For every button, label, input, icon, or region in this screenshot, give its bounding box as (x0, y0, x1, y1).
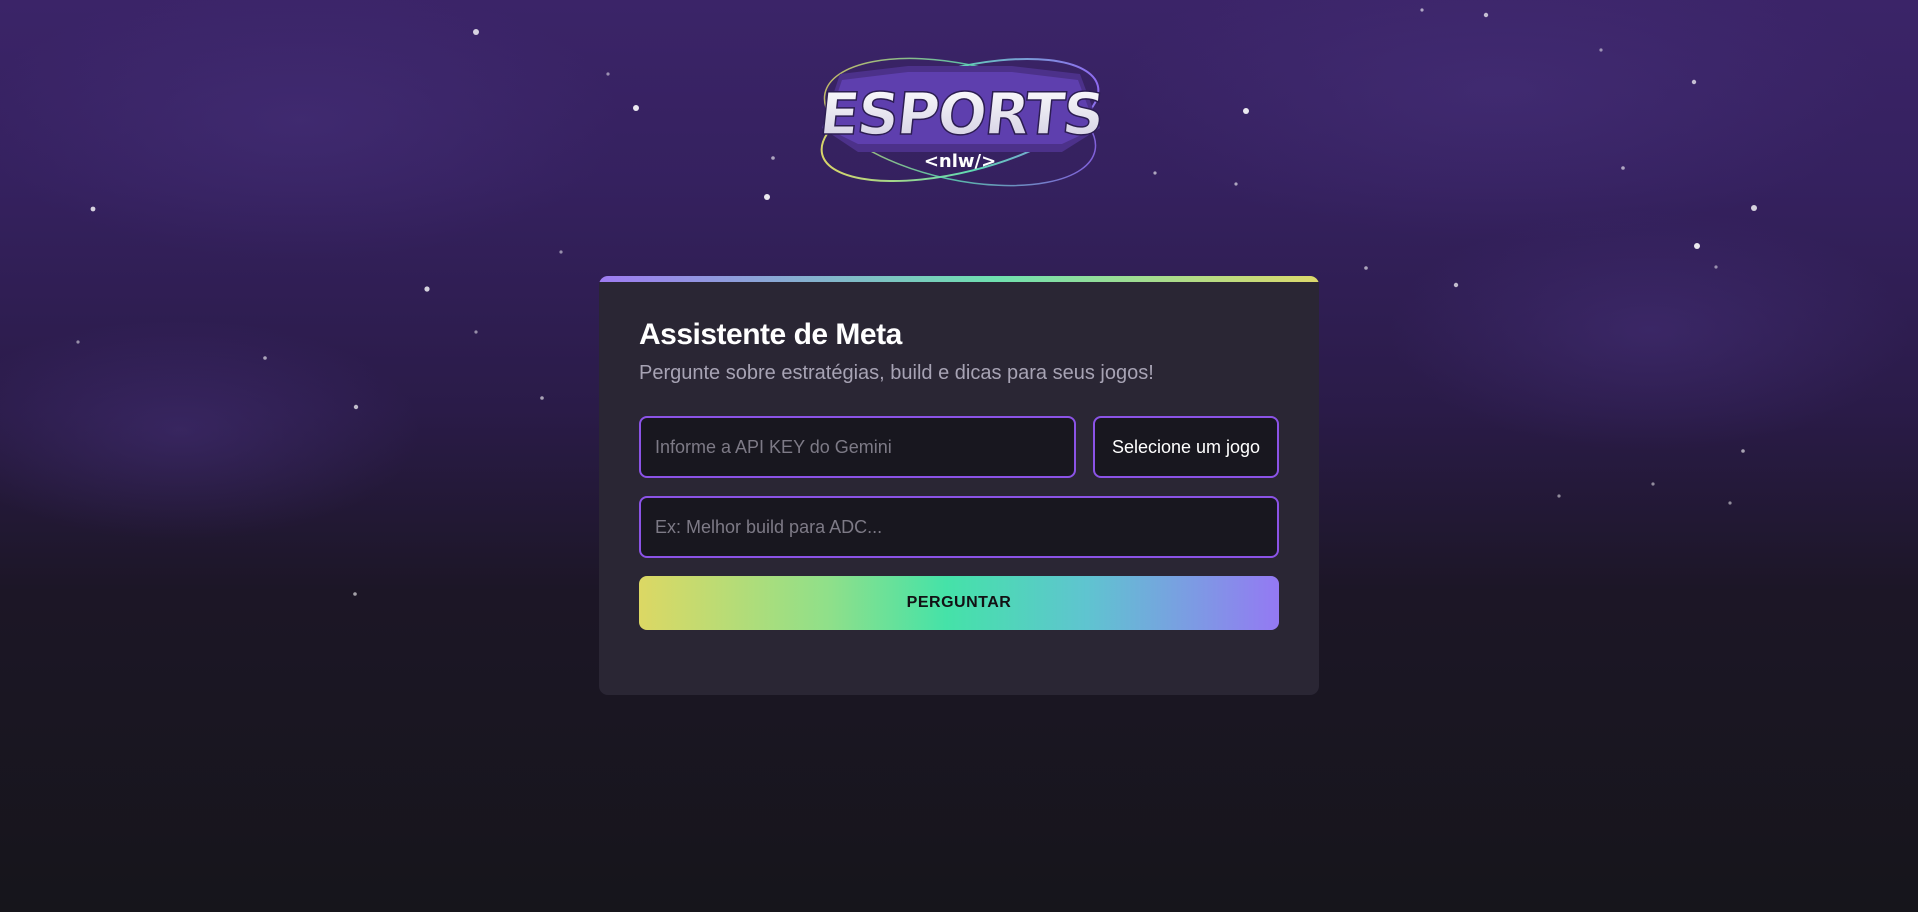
ask-button[interactable]: PERGUNTAR (639, 576, 1279, 630)
card-title: Assistente de Meta (639, 318, 902, 351)
logo-graphic: ESPORTS <nlw/> (816, 57, 1107, 187)
game-select[interactable]: Selecione um jogo (1093, 416, 1279, 478)
question-input[interactable] (639, 496, 1279, 558)
assistant-card: Assistente de Meta Pergunte sobre estrat… (599, 276, 1319, 695)
game-select-label: Selecione um jogo (1111, 436, 1261, 457)
card-subtitle: Pergunte sobre estratégias, build e dica… (639, 362, 1154, 384)
card-gradient-bar (599, 276, 1319, 282)
esports-logo: ESPORTS <nlw/> (800, 30, 1120, 215)
api-key-input[interactable] (639, 416, 1076, 478)
logo-brand-text: ESPORTS (816, 80, 1106, 148)
logo-tag-text: <nlw/> (924, 151, 996, 172)
